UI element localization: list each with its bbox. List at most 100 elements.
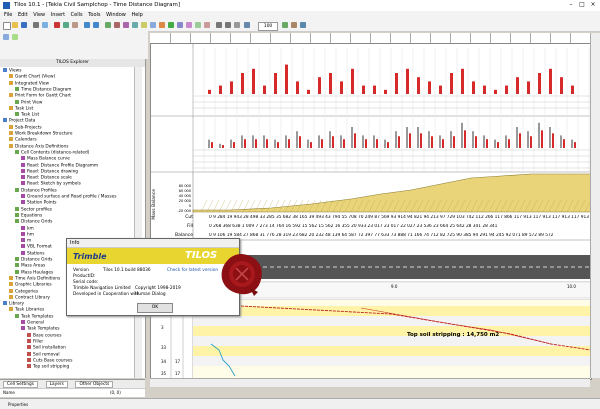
paste-icon[interactable]	[72, 22, 78, 28]
tree-node[interactable]: Print Form for Gantt Chart	[9, 93, 71, 99]
tree-node[interactable]: Road: Distance scale	[21, 175, 72, 181]
tree-node[interactable]: Integrated View	[9, 80, 49, 86]
tree-node[interactable]: Distance Profiles	[15, 187, 57, 193]
fit-icon[interactable]	[244, 22, 250, 28]
tree-node[interactable]: Categories	[9, 288, 38, 294]
close-button[interactable]: ×	[588, 1, 598, 9]
cut-icon[interactable]	[54, 22, 60, 28]
tab-layers[interactable]: Layers	[45, 381, 68, 388]
grid-icon[interactable]	[132, 22, 138, 28]
help-icon[interactable]	[300, 22, 306, 28]
minimize-button[interactable]: –	[566, 1, 576, 9]
maximize-button[interactable]: □	[577, 1, 587, 9]
tree-node[interactable]: Mass Balance curve	[21, 156, 70, 162]
tree-node[interactable]: Task Libraries	[9, 307, 44, 313]
save-icon[interactable]	[21, 22, 27, 28]
highlight-icon[interactable]	[141, 22, 147, 28]
copy-icon[interactable]	[63, 22, 69, 28]
tree-node[interactable]: Equations	[15, 212, 42, 218]
tree-node[interactable]: Time Distance Diagram	[15, 86, 71, 92]
settings-icon[interactable]	[195, 22, 201, 28]
tree-node[interactable]: m	[21, 238, 31, 244]
tree-node[interactable]: Project Data	[3, 118, 35, 124]
menu-view[interactable]: View	[33, 12, 45, 18]
tree-node[interactable]: Road: Distance Profile Diagramm	[21, 162, 98, 168]
layout-icon[interactable]	[150, 22, 156, 28]
tree-node[interactable]: Work Breakdown Structure	[9, 131, 73, 137]
tree-node[interactable]: Mass Haulages	[15, 269, 53, 275]
tree-node[interactable]: Cell Contents (distance-related)	[15, 149, 89, 155]
link-icon[interactable]	[114, 22, 120, 28]
menu-edit[interactable]: Edit	[18, 12, 28, 18]
new-icon[interactable]	[3, 22, 11, 30]
tree-node[interactable]: Soil installation	[27, 345, 66, 351]
tree-node[interactable]: Contract Library	[9, 294, 50, 300]
tree-node[interactable]: Task List	[15, 112, 39, 118]
tree-node[interactable]: Task Templates	[15, 313, 53, 319]
tree-node[interactable]: Top soil stripping	[27, 364, 69, 370]
print-icon[interactable]	[33, 22, 39, 28]
check-version-link[interactable]: Check for latest version	[167, 268, 218, 273]
menu-cells[interactable]: Cells	[71, 12, 83, 18]
menu-tools[interactable]: Tools	[88, 12, 100, 18]
tree-node[interactable]: Gantt Chart (View)	[9, 74, 55, 80]
task-icon[interactable]	[105, 22, 111, 28]
tree-node[interactable]: Road: Sketch by symbols	[21, 181, 81, 187]
zoom-out-icon[interactable]	[216, 22, 222, 28]
properties-icon[interactable]	[291, 22, 297, 28]
open-icon[interactable]	[12, 22, 18, 28]
redo-icon[interactable]	[93, 22, 99, 28]
menu-window[interactable]: Window	[106, 12, 126, 18]
tree-node[interactable]: Mass Areas	[15, 263, 45, 269]
tree-node[interactable]: Station Points	[21, 200, 57, 206]
mass-icon[interactable]	[186, 22, 192, 28]
tree-node[interactable]: Sector profiles	[15, 206, 52, 212]
time-distance-diagram[interactable]: 80 000 60 000 40 000 20 000 0 -20 000 Mass Ba…	[150, 43, 592, 380]
pan-icon[interactable]	[234, 22, 240, 28]
chart-icon[interactable]	[159, 22, 165, 28]
status-properties[interactable]: Properties	[8, 402, 28, 407]
tree-node[interactable]: Soil removal	[27, 351, 60, 357]
tree-node[interactable]: Base courses	[27, 332, 61, 338]
tree-node[interactable]: Task List	[9, 105, 33, 111]
ok-button[interactable]: OK	[137, 303, 173, 313]
tree-node[interactable]: hm	[21, 231, 34, 237]
tree-node[interactable]: Graphic Libraries	[9, 282, 52, 288]
zoom-in-icon[interactable]	[225, 22, 231, 28]
zoom-combo[interactable]: 100	[258, 22, 278, 31]
tree-node[interactable]: Time Axis Definitions	[9, 275, 60, 281]
tree-node[interactable]: Stations	[21, 250, 45, 256]
undo-icon[interactable]	[84, 22, 90, 28]
report-icon[interactable]	[204, 22, 210, 28]
tree-node[interactable]: Cuts Base courses	[27, 357, 72, 363]
print-preview-icon[interactable]	[42, 22, 48, 28]
tree-node[interactable]: Views	[3, 68, 21, 74]
tree-node[interactable]: Calendars	[9, 137, 37, 143]
tree-node[interactable]: Library	[3, 301, 24, 307]
tree-node[interactable]: VBL Format	[21, 244, 52, 250]
tab-cell-settings[interactable]: Cell Settings	[3, 381, 39, 388]
tree-node[interactable]: Task Templates	[21, 326, 59, 332]
tree-node[interactable]: Distance Grids	[15, 219, 52, 225]
filter-icon[interactable]	[123, 22, 129, 28]
tree-node[interactable]: General	[21, 320, 44, 326]
layers-icon[interactable]	[12, 34, 18, 40]
tree-node[interactable]: km	[21, 225, 34, 231]
tree-node[interactable]: Distance Grids	[15, 257, 52, 263]
tab-other-objects[interactable]: Other Objects	[75, 381, 114, 388]
tree-node[interactable]: Filler	[27, 338, 43, 344]
menu-help[interactable]: Help	[131, 12, 142, 18]
tree-scrollbar[interactable]	[134, 67, 142, 378]
diagram-horizontal-scrollbar[interactable]	[150, 378, 590, 387]
menu-insert[interactable]: Insert	[51, 12, 65, 18]
tree-node[interactable]: Print View	[15, 99, 42, 105]
calendar-icon[interactable]	[168, 22, 174, 28]
explorer-toggle-icon[interactable]	[3, 34, 9, 40]
tree-node[interactable]: Distance Axis Definitions	[9, 143, 68, 149]
distance-icon[interactable]	[177, 22, 183, 28]
tree-node[interactable]: Sub-Projects	[9, 124, 42, 130]
tree-node[interactable]: Ground surface and Road profile / Masses	[21, 194, 116, 200]
refresh-icon[interactable]	[282, 22, 288, 28]
diagram-vertical-scrollbar[interactable]	[590, 33, 600, 378]
tree-node[interactable]: Road: Distance drawing	[21, 168, 78, 174]
